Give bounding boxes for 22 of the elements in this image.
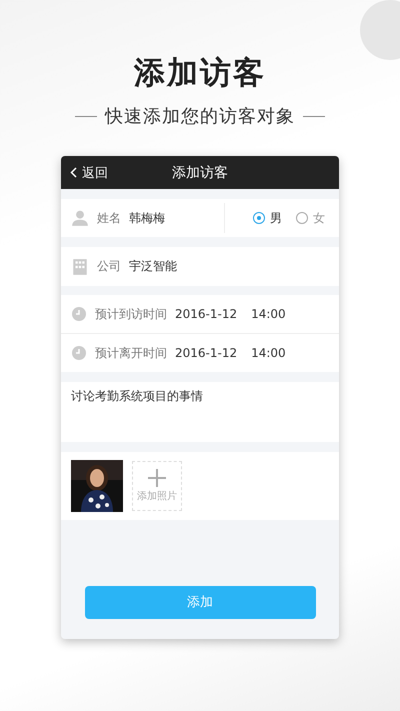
chevron-left-icon [70, 167, 77, 178]
company-value: 宇泛智能 [129, 258, 177, 275]
nav-title: 添加访客 [172, 164, 228, 182]
person-icon [71, 209, 89, 227]
time-value[interactable]: 14:00 [251, 307, 286, 321]
plus-icon [148, 469, 166, 487]
company-label: 公司 [97, 258, 121, 275]
clock-icon [71, 345, 87, 361]
back-button[interactable]: 返回 [61, 164, 108, 182]
headline-subtitle: 快速添加您的访客对象 [105, 105, 295, 128]
time-label: 预计离开时间 [95, 344, 167, 362]
date-value[interactable]: 2016-1-12 [175, 307, 238, 321]
time-value[interactable]: 14:00 [251, 346, 286, 360]
clock-icon [71, 306, 87, 322]
building-icon [71, 258, 89, 276]
date-value[interactable]: 2016-1-12 [175, 346, 238, 360]
time-label: 预计到访时间 [95, 306, 167, 322]
name-label: 姓名 [97, 210, 121, 226]
gender-radio[interactable]: 男 [253, 210, 282, 226]
headline-title: 添加访客 [134, 54, 266, 93]
note-field[interactable]: 讨论考勤系统项目的事情 [61, 382, 339, 442]
name-value: 韩梅梅 [129, 210, 165, 226]
